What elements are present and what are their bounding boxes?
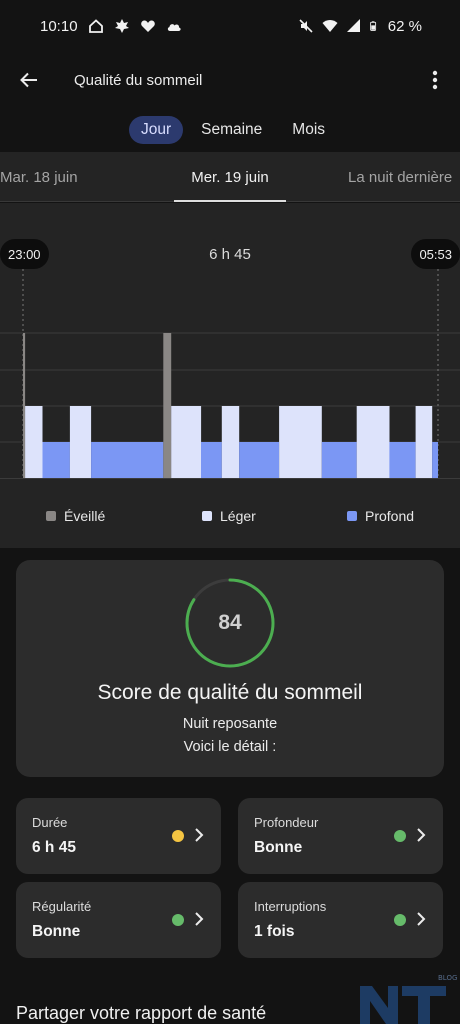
stage-block	[25, 406, 43, 478]
legend-swatch-awake	[46, 511, 56, 521]
app-bar: Qualité du sommeil	[0, 52, 460, 108]
status-bar: 10:10 62 %	[0, 0, 460, 52]
date-next[interactable]: La nuit dernière	[348, 152, 452, 202]
sleep-duration-label: 6 h 45	[209, 246, 251, 263]
end-time-label: 05:53	[411, 239, 460, 269]
stage-block	[321, 442, 357, 478]
metric-label: Régularité	[32, 899, 92, 914]
stage-block	[239, 442, 279, 478]
chevron-right-icon	[195, 828, 204, 842]
legend-label-awake: Éveillé	[64, 508, 106, 524]
stage-block	[356, 406, 390, 478]
battery-level: 62 %	[387, 17, 422, 35]
metric-label: Profondeur	[254, 815, 319, 830]
legend-label-light: Léger	[220, 508, 256, 524]
stage-block	[42, 442, 70, 478]
date-current[interactable]: Mer. 19 juin	[175, 152, 285, 202]
metric-value: Bonne	[254, 839, 303, 856]
status-dot-icon	[394, 914, 406, 926]
stage-block	[171, 406, 202, 478]
legend-item-light: Léger	[202, 508, 256, 524]
overflow-menu-button[interactable]	[410, 52, 460, 108]
legend-item-awake: Éveillé	[46, 508, 105, 524]
status-dot-icon	[172, 830, 184, 842]
signal-icon	[346, 19, 360, 32]
legend-swatch-light	[202, 511, 212, 521]
heart-icon	[140, 20, 155, 32]
watermark-text: BLOG	[438, 974, 457, 982]
home-icon	[88, 19, 103, 33]
legend-label-deep: Profond	[365, 508, 415, 524]
back-button[interactable]	[0, 52, 58, 108]
metric-card-duration[interactable]: Durée 6 h 45	[16, 798, 221, 874]
leaf-icon	[114, 19, 129, 33]
chevron-right-icon	[417, 828, 426, 842]
stage-block	[201, 442, 222, 478]
battery-icon	[369, 21, 376, 31]
legend-swatch-deep	[347, 511, 357, 521]
score-detail: Voici le détail :	[183, 739, 277, 755]
status-time: 10:10	[40, 17, 78, 35]
score-subtitle: Nuit reposante	[182, 716, 278, 732]
legend-item-deep: Profond	[347, 508, 414, 524]
status-dot-icon	[172, 914, 184, 926]
stage-block	[415, 406, 433, 478]
stage-block	[279, 406, 322, 478]
sleep-score-card[interactable]: 84 Score de qualité du sommeil Nuit repo…	[16, 560, 444, 777]
tab-mois[interactable]: Mois	[280, 116, 337, 144]
sleep-quality-screen: 10:10 62 % Qualité du sommeil Jour Semai…	[0, 0, 460, 1024]
tab-semaine[interactable]: Semaine	[189, 116, 274, 144]
metric-card-interruptions[interactable]: Interruptions 1 fois	[238, 882, 443, 958]
date-selected-indicator	[174, 200, 286, 202]
metric-label: Interruptions	[254, 899, 327, 914]
stage-block	[163, 333, 172, 478]
metric-label: Durée	[32, 815, 68, 830]
date-selector: Mar. 18 juin Mer. 19 juin La nuit derniè…	[0, 152, 460, 202]
metric-value: 6 h 45	[32, 839, 76, 856]
mute-icon	[299, 19, 313, 33]
wifi-icon	[322, 20, 338, 32]
chevron-right-icon	[195, 912, 204, 926]
metric-value: Bonne	[32, 923, 81, 940]
stage-block	[432, 442, 438, 478]
tab-jour[interactable]: Jour	[128, 116, 184, 144]
arrow-left-icon	[20, 72, 37, 88]
stage-block	[23, 333, 26, 478]
chart-legend: Éveillé Léger Profond	[0, 508, 460, 530]
page-title: Qualité du sommeil	[74, 71, 203, 89]
score-title: Score de qualité du sommeil	[97, 681, 363, 704]
date-prev[interactable]: Mar. 18 juin	[0, 152, 78, 202]
period-tabs: Jour Semaine Mois	[0, 116, 460, 146]
stage-block	[69, 406, 92, 478]
status-dot-icon	[394, 830, 406, 842]
blog-watermark-logo: BLOG	[360, 974, 457, 1024]
score-value: 84	[218, 611, 242, 634]
stage-block	[221, 406, 240, 478]
share-report-heading[interactable]: Partager votre rapport de santé	[16, 1003, 266, 1024]
stage-block	[91, 442, 164, 478]
metric-card-depth[interactable]: Profondeur Bonne	[238, 798, 443, 874]
metric-card-regularity[interactable]: Régularité Bonne	[16, 882, 221, 958]
more-vertical-icon	[432, 70, 438, 90]
metric-value: 1 fois	[254, 923, 295, 940]
chevron-right-icon	[417, 912, 426, 926]
cloud-icon	[167, 24, 181, 31]
stage-block	[389, 442, 416, 478]
sleep-hypnogram: 23:00 6 h 45 05:53 Éveillé Léger Profond	[0, 203, 460, 548]
